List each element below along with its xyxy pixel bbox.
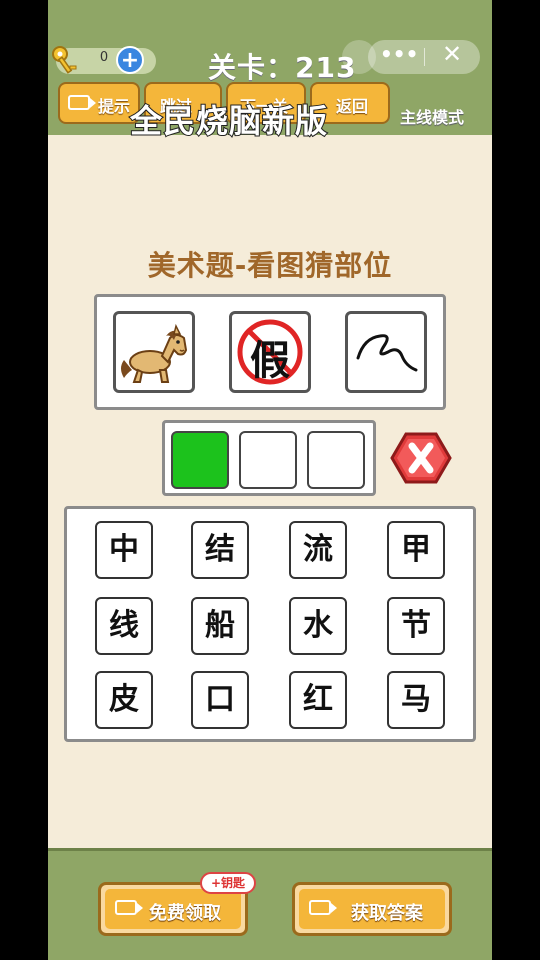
clear-answer-icon[interactable] [390, 432, 452, 484]
video-icon [115, 900, 143, 915]
char-tile[interactable]: 水 [289, 597, 347, 655]
clue-card-2: 假 [229, 311, 311, 393]
get-answer-button[interactable]: 获取答案 [292, 882, 452, 936]
mini-program-capsule: ••• ✕ [368, 40, 480, 74]
key-icon [52, 46, 77, 74]
char-tile[interactable]: 口 [191, 671, 249, 729]
char-tile[interactable]: 节 [387, 597, 445, 655]
mode-label: 主线模式 [400, 108, 465, 127]
video-icon [309, 900, 337, 915]
answer-slot-3[interactable] [307, 431, 365, 489]
char-tile[interactable]: 皮 [95, 671, 153, 729]
character-grid: 中 结 流 甲 线 船 水 节 皮 口 红 马 [64, 506, 476, 742]
clue-card-3 [345, 311, 427, 393]
hint-button[interactable]: 提示 [58, 82, 140, 124]
char-tile[interactable]: 结 [191, 521, 249, 579]
close-icon[interactable]: ✕ [442, 40, 462, 68]
clue-card-1 [113, 311, 195, 393]
clue-panel: 假 [94, 294, 446, 410]
char-tile[interactable]: 船 [191, 597, 249, 655]
char-tile[interactable]: 中 [95, 521, 153, 579]
char-tile[interactable]: 甲 [387, 521, 445, 579]
capsule-divider [424, 48, 425, 66]
clue-text: 假 [250, 338, 290, 384]
char-tile[interactable]: 马 [387, 671, 445, 729]
free-key-label: 免费领取 [149, 903, 221, 924]
char-tile[interactable]: 红 [289, 671, 347, 729]
back-label: 返回 [336, 97, 369, 116]
char-tile[interactable]: 流 [289, 521, 347, 579]
video-overlay-title: 全民烧脑新版 [129, 101, 329, 141]
hint-label: 提示 [98, 97, 131, 116]
answer-slot-1[interactable] [171, 431, 229, 489]
add-key-button[interactable]: + [116, 46, 144, 74]
question-title: 美术题-看图猜部位 [147, 249, 393, 282]
key-reward-badge: +钥匙 [200, 872, 256, 894]
answer-panel [162, 420, 376, 496]
char-tile[interactable]: 线 [95, 597, 153, 655]
squiggle-icon [356, 334, 418, 372]
level-label: 关卡：213 [208, 51, 357, 84]
horse-icon [121, 323, 188, 383]
game-screen: 0 + 关卡：213 ••• ✕ 提示 跳过 下一关 返回 主线模式 全民烧脑新… [48, 0, 492, 960]
more-icon[interactable]: ••• [380, 42, 418, 66]
video-icon [68, 95, 96, 110]
answer-slot-2[interactable] [239, 431, 297, 489]
get-answer-label: 获取答案 [351, 903, 423, 924]
